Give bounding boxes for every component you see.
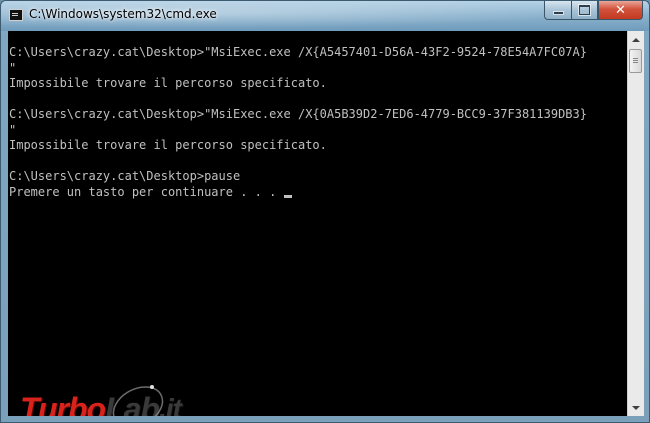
console-lines: C:\Users\crazy.cat\Desktop>"MsiExec.exe … <box>9 45 587 200</box>
swoosh-icon <box>112 385 164 416</box>
arrow-down-icon <box>632 405 640 410</box>
console-prompt-line: Premere un tasto per continuare . . . <box>9 185 587 201</box>
caption-buttons: ✕ <box>544 1 643 21</box>
scroll-down-button[interactable] <box>628 399 644 416</box>
close-icon: ✕ <box>615 2 626 18</box>
title-bar[interactable]: C:\Windows\system32\cmd.exe ✕ <box>1 1 649 31</box>
cmd-window: C:\Windows\system32\cmd.exe ✕ C:\Users\c… <box>0 0 650 423</box>
console-line: " <box>9 60 17 75</box>
text-cursor <box>284 194 293 198</box>
console-line: C:\Users\crazy.cat\Desktop>pause <box>9 169 241 183</box>
console-output-area[interactable]: C:\Users\crazy.cat\Desktop>"MsiExec.exe … <box>8 31 627 416</box>
scroll-up-button[interactable] <box>628 31 644 48</box>
maximize-button[interactable] <box>571 1 598 20</box>
console-line: Impossibile trovare il percorso specific… <box>9 76 327 90</box>
minimize-button[interactable] <box>544 1 571 20</box>
console-line: Impossibile trovare il percorso specific… <box>9 138 327 152</box>
scrollbar-thumb[interactable] <box>629 49 642 73</box>
maximize-icon <box>579 5 590 15</box>
close-button[interactable]: ✕ <box>598 1 643 20</box>
console-line: C:\Users\crazy.cat\Desktop>"MsiExec.exe … <box>9 45 587 59</box>
minimize-icon <box>553 12 563 14</box>
cmd-console-icon[interactable] <box>9 9 23 21</box>
vertical-scrollbar[interactable] <box>627 31 644 416</box>
window-title: C:\Windows\system32\cmd.exe <box>29 7 217 21</box>
console-line: " <box>9 122 17 137</box>
arrow-up-icon <box>632 37 640 42</box>
console-line: C:\Users\crazy.cat\Desktop>"MsiExec.exe … <box>9 107 587 121</box>
turbolab-watermark: Turbo Lab .it <box>20 385 182 417</box>
watermark-turbo: Turbo <box>20 390 106 417</box>
console-line-text: Premere un tasto per continuare . . . <box>9 184 277 199</box>
